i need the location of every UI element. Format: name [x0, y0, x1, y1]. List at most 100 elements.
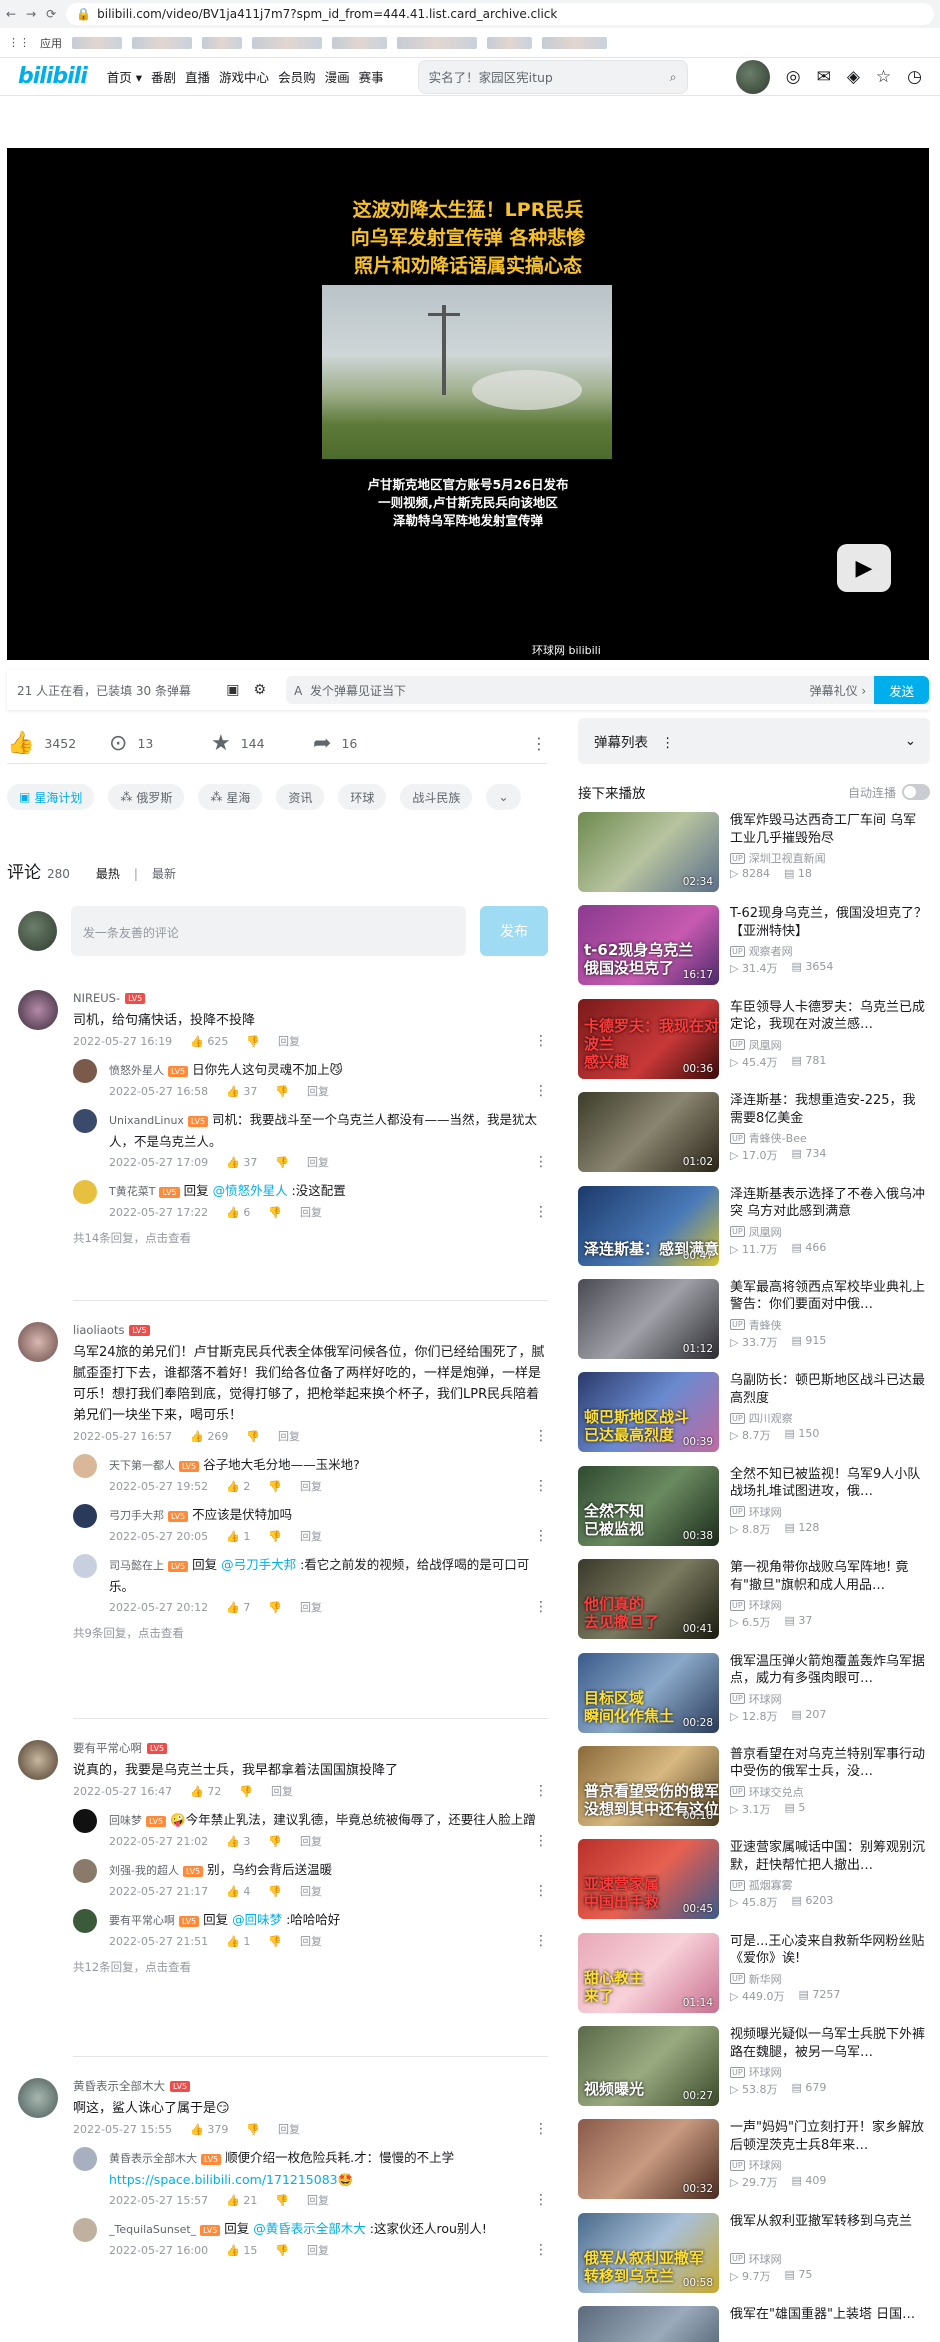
danmaku-toggle-icon[interactable]: ▣: [226, 682, 239, 698]
username[interactable]: 天下第一都人: [109, 1459, 175, 1472]
more-icon[interactable]: ⋮: [534, 1883, 548, 1899]
reply-button[interactable]: 回复: [307, 1154, 329, 1170]
more-icon[interactable]: ⋮: [534, 2242, 548, 2258]
reply-button[interactable]: 回复: [300, 1478, 322, 1494]
dislike-icon[interactable]: 👎: [268, 1206, 282, 1219]
like-button[interactable]: 👍 2: [226, 1480, 250, 1493]
video-title[interactable]: 普京看望在对乌克兰特别军事行动中受伤的俄军士兵，没…: [730, 1746, 928, 1781]
more-icon[interactable]: ⋮: [534, 1933, 548, 1949]
recommendation-item[interactable]: 泽连斯基：感到满意 00:47 泽连斯基表示选择了不卷入俄乌冲突 乌方对此感到满意 U…: [578, 1185, 930, 1279]
uploader[interactable]: UP 环球网: [730, 2252, 928, 2266]
premium-icon[interactable]: ◎: [786, 67, 801, 87]
uploader[interactable]: UP 深圳卫视直新闻: [730, 851, 928, 865]
reply-button[interactable]: 回复: [300, 1933, 322, 1949]
recommendation-item[interactable]: 普京看望受伤的俄军 没想到其中还有这位 00:18 普京看望在对乌克兰特别军事行动中…: [578, 1745, 930, 1839]
bookmark-blurred[interactable]: [72, 36, 122, 49]
recommendation-item[interactable]: 卡德罗夫：我现在对波兰 感兴趣 00:36 车臣领导人卡德罗夫：乌克兰已成定论，我现…: [578, 998, 930, 1092]
recommendation-item[interactable]: 02:34 俄军炸毁马达西奇工厂车间 乌军工业几乎摧毁殆尽 UP 深圳卫视直新闻 ▷ 8…: [578, 812, 930, 905]
bookmark-blurred[interactable]: [542, 36, 607, 49]
like-button[interactable]: 👍 379: [190, 2123, 228, 2136]
uploader[interactable]: UP 青蜂侠-Bee: [730, 1131, 928, 1145]
more-icon[interactable]: ⋮: [531, 734, 547, 753]
view-more-replies[interactable]: 共9条回复，点击查看: [73, 1625, 548, 1641]
avatar[interactable]: [73, 1909, 97, 1933]
video-title[interactable]: 可是...王心凌来自救新华网粉丝贴《爱你》诶!: [730, 1933, 928, 1968]
uploader[interactable]: UP 环球交兑点: [730, 1785, 928, 1799]
bookmark-blurred[interactable]: [332, 36, 387, 49]
recommendation-item[interactable]: 目标区域 瞬间化作焦土 00:28 俄军温压弹火箭炮覆盖轰炸乌军据点，威力有多强肉眼…: [578, 1652, 930, 1746]
user-avatar[interactable]: [735, 59, 770, 94]
dislike-icon[interactable]: 👎: [268, 1835, 282, 1848]
tag-item[interactable]: ▣ 星海计划: [7, 784, 95, 810]
video-thumbnail[interactable]: 亚速营家属 中国出手救 00:45: [578, 1839, 719, 1920]
video-thumbnail[interactable]: 目标区域 瞬间化作焦土 00:28: [578, 1652, 719, 1733]
recommendation-item[interactable]: 全然不知 已被监视 00:38 全然不知已被监视！乌军9人小队战场扎堆试图进攻，俄……: [578, 1465, 930, 1559]
favorite-button[interactable]: ★ 144: [211, 731, 295, 756]
avatar[interactable]: [73, 1504, 97, 1528]
tag-item[interactable]: ⁂ 俄罗斯: [108, 784, 185, 810]
reply-button[interactable]: 回复: [300, 1833, 322, 1849]
dislike-icon[interactable]: 👎: [275, 1085, 289, 1098]
video-title[interactable]: 乌副防长：顿巴斯地区战斗已达最高烈度: [730, 1372, 928, 1407]
more-icon[interactable]: ⋮: [534, 1599, 548, 1615]
avatar[interactable]: [73, 1454, 97, 1478]
more-icon[interactable]: ⋮: [534, 2121, 548, 2137]
recommendation-item[interactable]: 俄军在"雄国重器"上装塔 日国…: [578, 2306, 930, 2342]
video-thumbnail[interactable]: 01:12: [578, 1278, 719, 1359]
video-title[interactable]: 俄军温压弹火箭炮覆盖轰炸乌军据点，威力有多强肉眼可…: [730, 1653, 928, 1688]
video-thumbnail[interactable]: 00:32: [578, 2119, 719, 2200]
apps-icon[interactable]: ⋮⋮: [8, 36, 30, 49]
mention-link[interactable]: @黄昏表示全部木大: [253, 2221, 366, 2236]
video-title[interactable]: 俄军在"雄国重器"上装塔 日国…: [730, 2306, 928, 2341]
publish-button[interactable]: 发布: [479, 906, 548, 956]
username[interactable]: 刘强-我的超人: [109, 1864, 179, 1877]
reply-button[interactable]: 回复: [307, 1083, 329, 1099]
video-title[interactable]: 泽连斯基表示选择了不卷入俄乌冲突 乌方对此感到满意: [730, 1186, 928, 1221]
avatar[interactable]: [73, 1180, 97, 1204]
recommendation-item[interactable]: 01:02 泽连斯基：我想重造安-225，我需要8亿美金 UP 青蜂侠-Bee ▷ 17…: [578, 1092, 930, 1185]
more-icon[interactable]: ⋮: [534, 1083, 548, 1099]
username[interactable]: 愤怒外星人: [109, 1064, 164, 1077]
text-style-icon[interactable]: A: [294, 684, 302, 698]
username[interactable]: liaoliaots: [73, 1323, 124, 1337]
bookmark-blurred[interactable]: [397, 36, 477, 49]
like-button[interactable]: 👍 37: [226, 1085, 257, 1098]
dislike-icon[interactable]: 👎: [268, 1601, 282, 1614]
video-title[interactable]: 美军最高将领西点军校毕业典礼上警告：你们要面对中俄…: [730, 1279, 928, 1314]
avatar[interactable]: [73, 1059, 97, 1083]
favorite-icon[interactable]: ☆: [876, 67, 891, 87]
avatar[interactable]: [73, 1859, 97, 1883]
username[interactable]: 回味梦: [109, 1814, 142, 1827]
tag-item[interactable]: 环球: [338, 784, 387, 810]
uploader[interactable]: UP 环球网: [730, 2065, 928, 2079]
recommendation-item[interactable]: 00:32 一声"妈妈"门立刻打开！家乡解放后顿涅茨克士兵8年来… UP 环球网 ▷ 2…: [578, 2119, 930, 2212]
username[interactable]: NIREUS-: [73, 991, 120, 1005]
video-thumbnail[interactable]: 卡德罗夫：我现在对波兰 感兴趣 00:36: [578, 998, 719, 1079]
reply-button[interactable]: 回复: [300, 1204, 322, 1220]
dislike-icon[interactable]: 👎: [246, 1430, 260, 1443]
back-icon[interactable]: ←: [6, 7, 16, 21]
send-danmaku-button[interactable]: 发送: [874, 676, 929, 704]
more-icon[interactable]: ⋮: [534, 2192, 548, 2208]
video-thumbnail[interactable]: 顿巴斯地区战斗 已达最高烈度 00:39: [578, 1372, 719, 1453]
dislike-icon[interactable]: 👎: [268, 1480, 282, 1493]
bookmark-blurred[interactable]: [487, 36, 532, 49]
dislike-icon[interactable]: 👎: [275, 2194, 289, 2207]
nav-anime[interactable]: 番剧: [151, 67, 176, 86]
username[interactable]: 要有平常心啊: [73, 1740, 142, 1756]
mention-link[interactable]: @回味梦: [232, 1912, 282, 1927]
dislike-icon[interactable]: 👎: [239, 1785, 253, 1798]
tag-item[interactable]: 战斗民族: [400, 784, 473, 810]
mention-link[interactable]: @愤怒外星人: [213, 1183, 288, 1198]
like-button[interactable]: 👍 1: [226, 1530, 250, 1543]
play-icon[interactable]: ▶: [837, 544, 891, 592]
uploader[interactable]: UP 四川观察: [730, 1411, 928, 1425]
sort-hot[interactable]: 最热: [96, 865, 120, 882]
reload-icon[interactable]: ⟳: [46, 7, 56, 21]
uploader[interactable]: UP 环球网: [730, 1505, 928, 1519]
avatar[interactable]: [18, 1322, 58, 1362]
video-thumbnail[interactable]: 泽连斯基：感到满意 00:47: [578, 1185, 719, 1266]
tag-item[interactable]: ⁂ 星海: [198, 784, 263, 810]
username[interactable]: _TequilaSunset_: [109, 2223, 196, 2236]
avatar[interactable]: [73, 2147, 97, 2171]
